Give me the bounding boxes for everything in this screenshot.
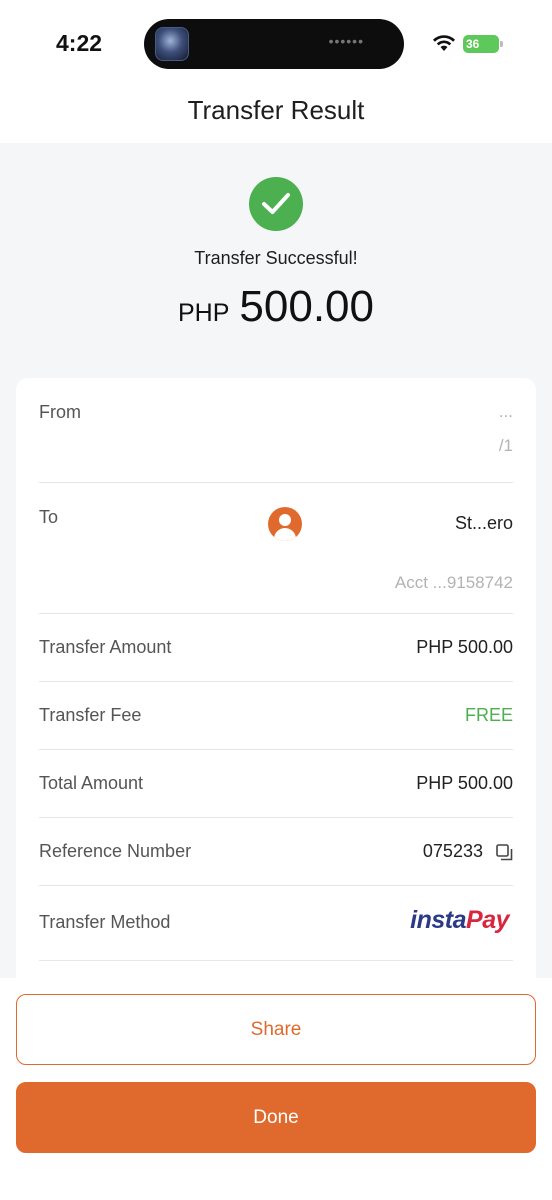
wifi-icon xyxy=(433,35,455,51)
detail-row-transfer-method: Transfer Method instaPay xyxy=(39,886,513,961)
page-title: Transfer Result xyxy=(187,95,365,125)
island-app-icon xyxy=(155,27,189,61)
to-account-number: Acct ...9158742 xyxy=(394,573,513,592)
user-icon xyxy=(268,507,302,541)
detail-row-transfer-amount: Transfer Amount PHP 500.00 xyxy=(39,614,513,682)
page-header: Transfer Result xyxy=(0,80,552,143)
transfer-method-label: Transfer Method xyxy=(39,912,171,932)
transfer-fee-label: Transfer Fee xyxy=(39,705,142,725)
island-activity-dots: •••••• xyxy=(328,33,364,49)
to-label: To xyxy=(39,507,59,527)
status-bar: 4:22 •••••• 36 xyxy=(0,0,552,80)
from-label: From xyxy=(39,402,81,422)
transfer-amount-display: PHP 500.00 xyxy=(0,282,552,332)
amount-currency: PHP xyxy=(178,299,230,327)
success-message: Transfer Successful! xyxy=(194,248,358,268)
amount-value: 500.00 xyxy=(239,282,374,331)
reference-number-value: 075233 xyxy=(422,841,483,861)
check-circle-icon xyxy=(249,177,303,231)
detail-row-to: To St...ero Acct ...9158742 xyxy=(39,483,513,614)
detail-row-from: From ... /1 xyxy=(39,378,513,483)
total-amount-value: PHP 500.00 xyxy=(416,773,513,793)
detail-row-reference-number: Reference Number 075233 xyxy=(39,818,513,886)
from-account-name: ... xyxy=(498,402,513,421)
copy-icon[interactable] xyxy=(496,843,513,861)
detail-row-total-amount: Total Amount PHP 500.00 xyxy=(39,750,513,818)
dynamic-island: •••••• xyxy=(144,19,404,69)
reference-number-value-group: 075233 xyxy=(423,841,513,862)
transfer-amount-label: Transfer Amount xyxy=(39,637,172,657)
from-account-number: /1 xyxy=(498,436,513,455)
detail-row-transfer-fee: Transfer Fee FREE xyxy=(39,682,513,750)
transfer-details-card: From ... /1 To St...ero Acct ...9158742 … xyxy=(16,378,536,1018)
battery-level: 36 xyxy=(466,37,480,51)
battery-icon: 36 xyxy=(463,35,503,53)
instapay-logo: instaPay xyxy=(410,906,509,934)
share-button[interactable]: Share xyxy=(16,994,536,1065)
transfer-amount-value: PHP 500.00 xyxy=(416,637,513,657)
total-amount-label: Total Amount xyxy=(39,773,144,793)
done-button[interactable]: Done xyxy=(16,1082,536,1153)
status-time: 4:22 xyxy=(56,30,103,56)
reference-number-label: Reference Number xyxy=(39,841,192,861)
to-account-name: St...ero xyxy=(454,513,513,533)
transfer-fee-value: FREE xyxy=(464,705,513,725)
